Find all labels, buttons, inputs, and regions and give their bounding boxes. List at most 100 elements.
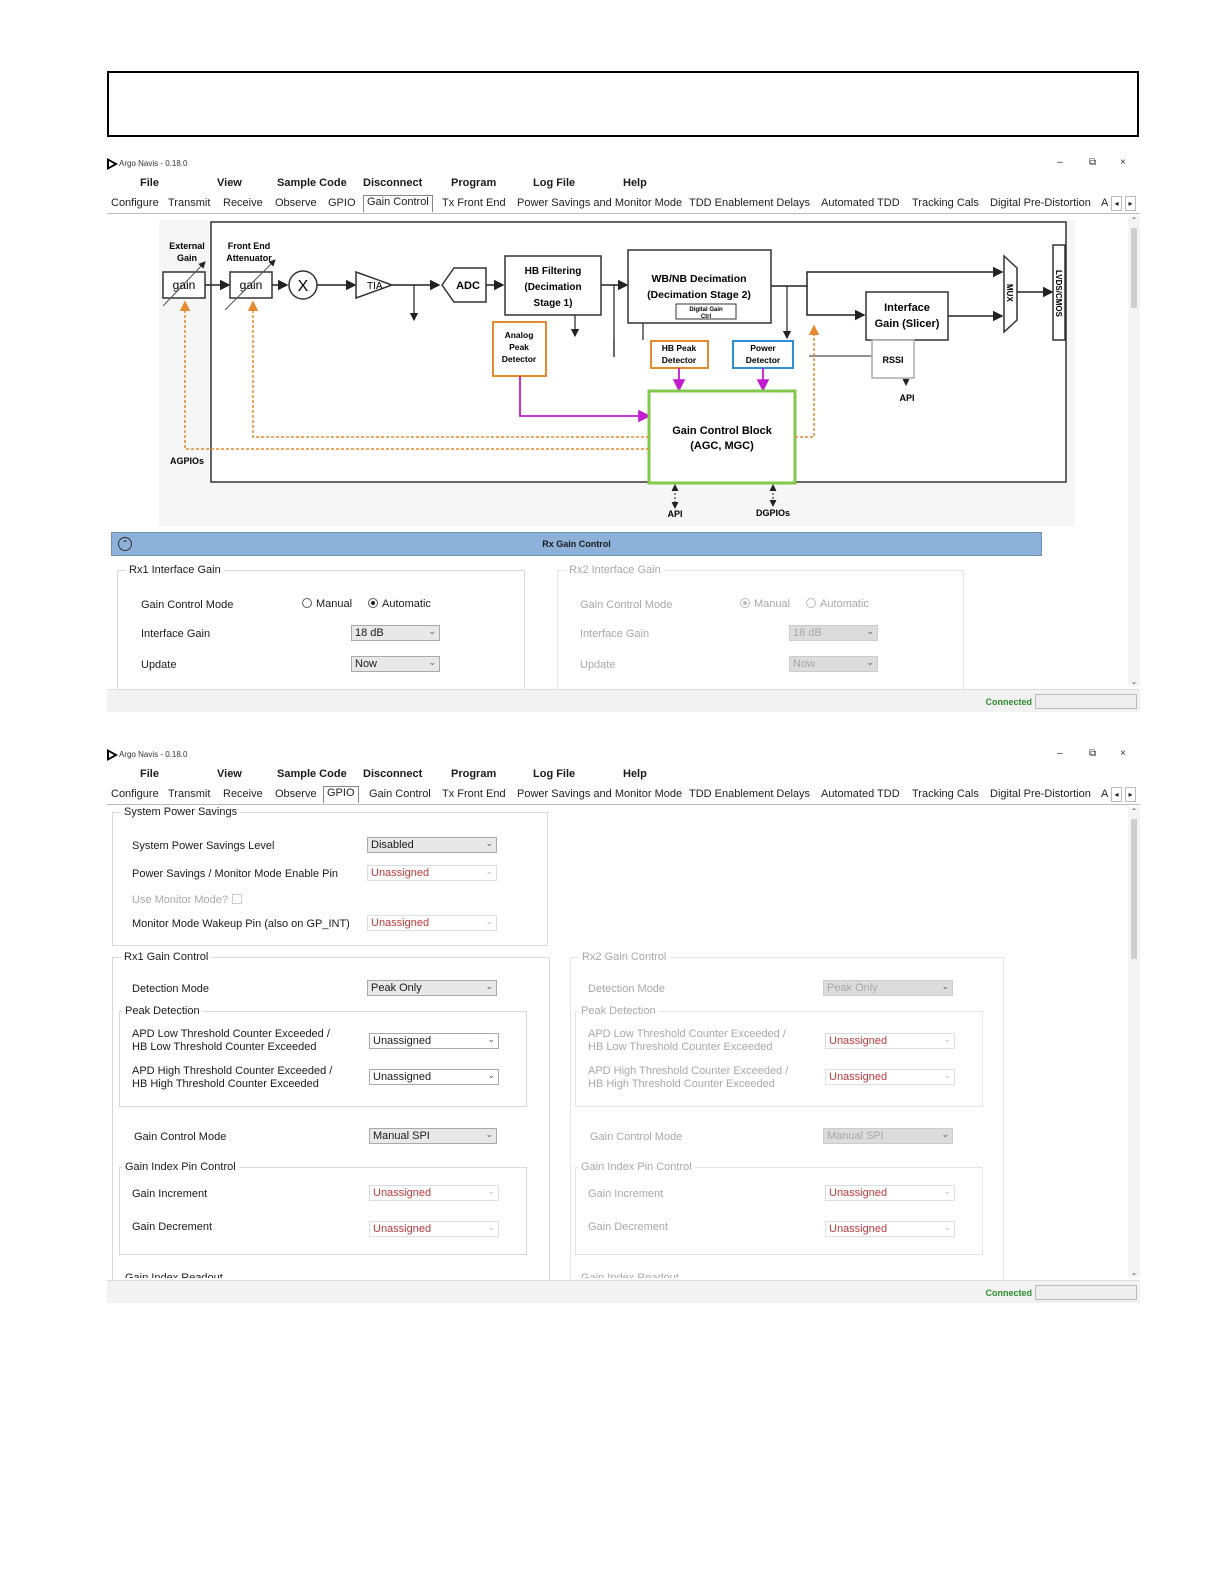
tab-transmit[interactable]: Transmit [168, 788, 210, 800]
rx1-gain-increment-dropdown[interactable]: Unassigned ⌄ [369, 1185, 499, 1201]
tab-overflow[interactable]: A [1101, 788, 1108, 800]
tab-tx-front-end[interactable]: Tx Front End [442, 197, 506, 209]
tab-transmit[interactable]: Transmit [168, 197, 210, 209]
rx2-apd-low-dropdown[interactable]: Unassigned ⌄ [825, 1033, 955, 1049]
tab-configure[interactable]: Configure [111, 788, 159, 800]
menu-sample-code[interactable]: Sample Code [277, 768, 347, 780]
rx-gain-block-diagram: External Gain gain Front End Attenuator ga… [159, 220, 1075, 526]
rx1-gain-control-mode-dropdown[interactable]: Manual SPI ⌄ [369, 1128, 497, 1144]
rx1-apd-high-dropdown[interactable]: Unassigned ⌄ [369, 1069, 499, 1085]
rx2-gain-control-mode-dropdown[interactable]: Manual SPI ⌄ [823, 1128, 953, 1144]
tab-overflow[interactable]: A [1101, 197, 1108, 209]
chevron-down-icon: ⌄ [485, 838, 493, 848]
menu-view[interactable]: View [217, 177, 242, 189]
chevron-down-icon: ⌄ [428, 657, 436, 667]
tab-tdd-enablement[interactable]: TDD Enablement Delays [689, 197, 810, 209]
minimize-button[interactable]: – [1057, 748, 1063, 759]
tab-scroll-right-icon[interactable]: ▸ [1125, 787, 1136, 802]
menu-disconnect[interactable]: Disconnect [363, 177, 422, 189]
rx1-manual-radio[interactable]: Manual [302, 598, 352, 610]
tab-scroll-right-icon[interactable]: ▸ [1125, 196, 1136, 211]
tab-dpd[interactable]: Digital Pre-Distortion [990, 197, 1091, 209]
restore-button[interactable]: ⧉ [1089, 748, 1096, 759]
use-monitor-mode-checkbox[interactable] [232, 894, 242, 904]
rx1-detection-mode-label: Detection Mode [132, 983, 210, 995]
rx1-apd-high-label: APD High Threshold Counter Exceeded / HB… [132, 1065, 333, 1090]
menu-log-file[interactable]: Log File [533, 177, 575, 189]
menu-view[interactable]: View [217, 768, 242, 780]
rx1-gain-decrement-dropdown[interactable]: Unassigned ⌄ [369, 1221, 499, 1237]
enable-pin-dropdown[interactable]: Unassigned ⌄ [367, 865, 497, 881]
gain-control-block-box [647, 389, 797, 485]
scrollbar-thumb[interactable] [1131, 228, 1137, 308]
scroll-down-icon[interactable]: ⌄ [1128, 677, 1140, 686]
tab-automated-tdd[interactable]: Automated TDD [821, 788, 900, 800]
scroll-down-icon[interactable]: ⌄ [1128, 1268, 1140, 1277]
status-bar: Connected [107, 689, 1140, 712]
rx2-detection-mode-dropdown[interactable]: Peak Only ⌄ [823, 980, 953, 996]
close-button[interactable]: × [1120, 748, 1126, 759]
close-button[interactable]: × [1120, 157, 1126, 168]
tab-automated-tdd[interactable]: Automated TDD [821, 197, 900, 209]
tab-observe[interactable]: Observe [275, 788, 317, 800]
tab-gpio[interactable]: GPIO [323, 786, 359, 803]
tab-tracking-cals[interactable]: Tracking Cals [912, 197, 979, 209]
scroll-up-icon[interactable]: ⌃ [1128, 216, 1140, 225]
restore-button[interactable]: ⧉ [1089, 157, 1096, 168]
rx2-update-dropdown[interactable]: Now ⌄ [789, 656, 878, 672]
mixer-text: X [298, 278, 309, 295]
tab-configure[interactable]: Configure [111, 197, 159, 209]
menu-log-file[interactable]: Log File [533, 768, 575, 780]
rx2-apd-high-dropdown[interactable]: Unassigned ⌄ [825, 1069, 955, 1085]
rx2-manual-radio[interactable]: Manual [740, 598, 790, 610]
tab-receive[interactable]: Receive [223, 788, 263, 800]
rx2-interface-gain-dropdown[interactable]: 18 dB ⌄ [789, 625, 878, 641]
rx-gain-control-header[interactable]: ⌃ Rx Gain Control [111, 532, 1042, 556]
scrollbar-thumb[interactable] [1131, 819, 1137, 959]
rx2-peak-detection-title: Peak Detection [581, 1005, 656, 1017]
rx1-interface-gain-dropdown[interactable]: 18 dB ⌄ [351, 625, 440, 641]
vertical-scrollbar[interactable]: ⌃ ⌄ [1128, 807, 1140, 1277]
chevron-down-icon: ⌄ [485, 916, 493, 926]
menu-disconnect[interactable]: Disconnect [363, 768, 422, 780]
tab-scroll-left-icon[interactable]: ◂ [1111, 196, 1122, 211]
vertical-scrollbar[interactable]: ⌃ ⌄ [1128, 216, 1140, 686]
tab-receive[interactable]: Receive [223, 197, 263, 209]
tab-gpio[interactable]: GPIO [328, 197, 356, 209]
scroll-up-icon[interactable]: ⌃ [1128, 807, 1140, 816]
rx2-gain-increment-dropdown[interactable]: Unassigned ⌄ [825, 1185, 955, 1201]
tab-tracking-cals[interactable]: Tracking Cals [912, 788, 979, 800]
rx2-apd-high-label: APD High Threshold Counter Exceeded / HB… [588, 1065, 789, 1090]
tab-gain-control[interactable]: Gain Control [363, 195, 433, 212]
rx1-automatic-radio[interactable]: Automatic [368, 598, 431, 610]
tab-dpd[interactable]: Digital Pre-Distortion [990, 788, 1091, 800]
menu-file[interactable]: File [140, 177, 159, 189]
tab-tdd-enablement[interactable]: TDD Enablement Delays [689, 788, 810, 800]
rx1-apd-low-dropdown[interactable]: Unassigned ⌄ [369, 1033, 499, 1049]
menu-help[interactable]: Help [623, 177, 647, 189]
rx2-automatic-radio[interactable]: Automatic [806, 598, 869, 610]
menu-program[interactable]: Program [451, 768, 496, 780]
tab-scroll-left-icon[interactable]: ◂ [1111, 787, 1122, 802]
tab-power-savings[interactable]: Power Savings and Monitor Mode [517, 197, 682, 209]
menu-file[interactable]: File [140, 768, 159, 780]
rx1-detection-mode-dropdown[interactable]: Peak Only ⌄ [367, 980, 497, 996]
wakeup-pin-label: Monitor Mode Wakeup Pin (also on GP_INT) [132, 918, 350, 930]
minimize-button[interactable]: – [1057, 157, 1063, 168]
tab-observe[interactable]: Observe [275, 197, 317, 209]
enable-pin-label: Power Savings / Monitor Mode Enable Pin [132, 868, 339, 880]
rssi-text: RSSI [882, 355, 903, 365]
power-savings-level-dropdown[interactable]: Disabled ⌄ [367, 837, 497, 853]
rx1-update-dropdown[interactable]: Now ⌄ [351, 656, 440, 672]
rx2-gain-increment-label: Gain Increment [588, 1188, 664, 1200]
menu-sample-code[interactable]: Sample Code [277, 177, 347, 189]
tab-gain-control[interactable]: Gain Control [369, 788, 431, 800]
menu-program[interactable]: Program [451, 177, 496, 189]
wakeup-pin-dropdown[interactable]: Unassigned ⌄ [367, 915, 497, 931]
rx2-gain-decrement-dropdown[interactable]: Unassigned ⌄ [825, 1221, 955, 1237]
rx1-update-label: Update [141, 659, 177, 671]
tab-power-savings[interactable]: Power Savings and Monitor Mode [517, 788, 682, 800]
tab-tx-front-end[interactable]: Tx Front End [442, 788, 506, 800]
menu-help[interactable]: Help [623, 768, 647, 780]
chevron-down-icon: ⌄ [485, 1129, 493, 1139]
